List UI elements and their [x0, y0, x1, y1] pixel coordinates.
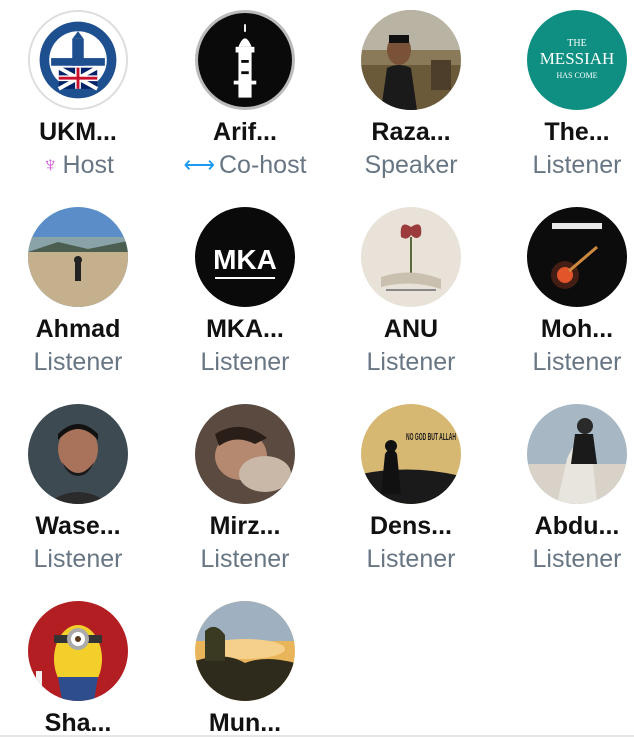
avatar: [195, 601, 295, 701]
participant-role: Listener: [502, 347, 634, 377]
role-label: Listener: [532, 151, 622, 179]
avatar: THE MESSIAH HAS COME: [527, 10, 627, 110]
avatar: [195, 404, 295, 504]
participant-mun[interactable]: Mun...: [170, 601, 320, 737]
participant-name: The...: [544, 118, 610, 146]
participant-role: Listener: [170, 347, 320, 377]
role-label: Speaker: [364, 151, 458, 179]
participant-role: Listener: [502, 544, 634, 574]
dens-avatar-text: NO GOD BUT ALLAH: [406, 432, 456, 443]
avatar: [28, 10, 128, 110]
participant-role: Speaker: [336, 150, 486, 180]
role-label: Listener: [200, 545, 290, 573]
participant-ukm[interactable]: UKM... ♆ Host: [3, 10, 153, 180]
messiah-line2: MESSIAH: [540, 49, 615, 68]
avatar: [28, 601, 128, 701]
participant-role: Listener: [3, 347, 153, 377]
avatar: [527, 207, 627, 307]
participants-grid: UKM... ♆ Host Arif... ⟷ Co-host Raza... …: [0, 0, 634, 737]
role-label: Co-host: [219, 151, 307, 179]
participant-sha[interactable]: Sha...: [3, 601, 153, 737]
participant-arif[interactable]: Arif... ⟷ Co-host: [170, 10, 320, 180]
avatar: [361, 10, 461, 110]
role-label: Listener: [532, 545, 622, 573]
participant-role: Listener: [502, 150, 634, 180]
participant-role: Listener: [3, 544, 153, 574]
participant-moh[interactable]: Moh... Listener: [502, 207, 634, 377]
host-icon: ♆: [42, 152, 59, 177]
participant-name: Dens...: [370, 512, 452, 540]
avatar: [527, 404, 627, 504]
role-label: Listener: [532, 348, 622, 376]
participant-role: Listener: [336, 544, 486, 574]
participant-dens[interactable]: NO GOD BUT ALLAH Dens... Listener: [336, 404, 486, 574]
participant-name: Ahmad: [35, 315, 121, 343]
role-label: Listener: [33, 545, 123, 573]
participant-wase[interactable]: Wase... Listener: [3, 404, 153, 574]
participant-abdu[interactable]: Abdu... Listener: [502, 404, 634, 574]
avatar: MKA: [195, 207, 295, 307]
participant-name: Moh...: [540, 315, 614, 343]
messiah-line1: THE: [567, 38, 586, 49]
role-label: Listener: [366, 348, 456, 376]
participant-name: Abdu...: [534, 512, 620, 540]
participant-name: ANU: [383, 315, 439, 343]
participant-name: Mun...: [208, 709, 282, 737]
role-label: Listener: [200, 348, 290, 376]
participant-raza[interactable]: Raza... Speaker: [336, 10, 486, 180]
participant-the[interactable]: THE MESSIAH HAS COME The... Listener: [502, 10, 634, 180]
avatar: [28, 207, 128, 307]
participant-name: Arif...: [213, 118, 277, 146]
participant-name: Wase...: [35, 512, 121, 540]
avatar: [195, 10, 295, 110]
participant-name: MKA...: [206, 315, 284, 343]
role-label: Listener: [366, 545, 456, 573]
co-host-icon: ⟷: [183, 152, 215, 177]
mka-logo-text: MKA: [213, 244, 277, 275]
participant-name: Mirz...: [209, 512, 281, 540]
participant-name: UKM...: [39, 118, 117, 146]
avatar: [28, 404, 128, 504]
participant-name: Raza...: [371, 118, 451, 146]
role-label: Host: [62, 151, 114, 179]
avatar: [361, 207, 461, 307]
participant-role: ♆ Host: [3, 150, 153, 180]
participant-role: Listener: [170, 544, 320, 574]
avatar: NO GOD BUT ALLAH: [361, 404, 461, 504]
role-label: Listener: [33, 348, 123, 376]
participant-role: ⟷ Co-host: [170, 150, 320, 180]
participant-mirz[interactable]: Mirz... Listener: [170, 404, 320, 574]
participant-name: Sha...: [44, 709, 112, 737]
participant-anu[interactable]: ANU Listener: [336, 207, 486, 377]
messiah-line3: HAS COME: [556, 71, 597, 80]
participant-ahmad[interactable]: Ahmad Listener: [3, 207, 153, 377]
participant-role: Listener: [336, 347, 486, 377]
participant-mka[interactable]: MKA MKA... Listener: [170, 207, 320, 377]
